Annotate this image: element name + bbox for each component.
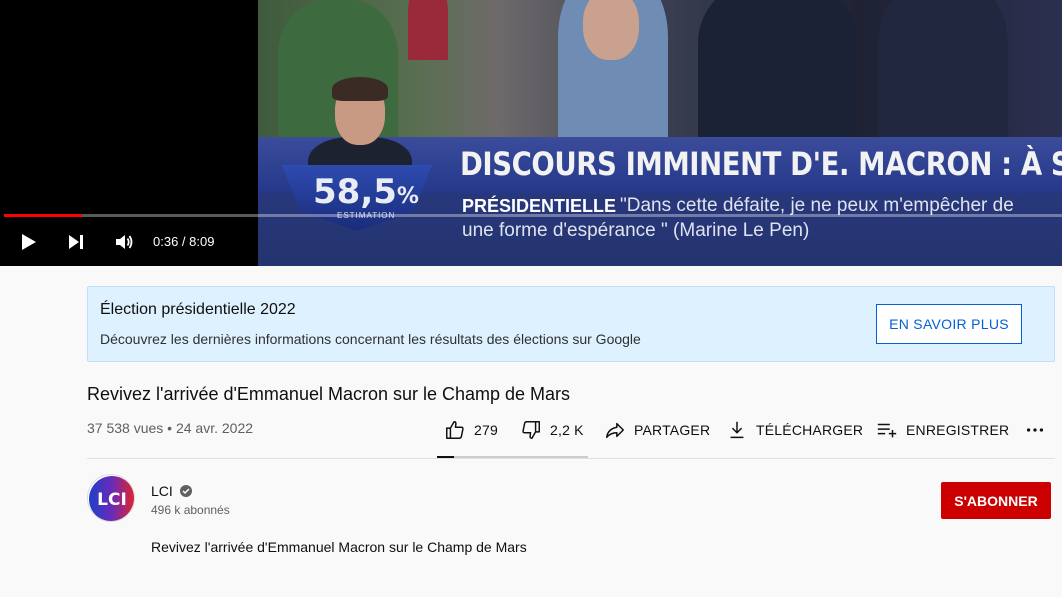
video-title: Revivez l'arrivée d'Emmanuel Macron sur … [87,384,571,404]
volume-icon [116,235,133,249]
download-button[interactable]: TÉLÉCHARGER [726,414,863,446]
video-player[interactable]: DISCOURS IMMINENT D'E. MACRON : À SUIVRE… [0,0,1062,266]
video-meta: 37 538 vues • 24 avr. 2022 [87,420,254,436]
player-controls: 0:36 / 8:09 [0,224,260,260]
channel-name[interactable]: LCI [151,483,173,499]
more-icon [1026,428,1044,432]
download-icon [730,421,744,439]
next-button[interactable] [60,224,92,260]
banner-title: Élection présidentielle 2022 [100,301,296,318]
learn-more-button[interactable]: EN SAVOIR PLUS [876,304,1022,344]
banner-description: Découvrez les dernières informations con… [100,331,641,347]
share-icon [606,422,624,439]
video-description: Revivez l'arrivée d'Emmanuel Macron sur … [151,539,527,555]
overlay-headline: DISCOURS IMMINENT D'E. MACRON : À SUIVRE [460,145,1062,183]
subscribe-button[interactable]: S'ABONNER [941,482,1051,519]
channel-avatar[interactable]: LCI [87,474,135,522]
share-button[interactable]: PARTAGER [604,414,710,446]
election-info-banner: Élection présidentielle 2022 Découvrez l… [87,286,1055,362]
play-icon [22,234,36,250]
volume-button[interactable] [108,224,140,260]
download-label: TÉLÉCHARGER [756,422,864,438]
save-button[interactable]: ENREGISTRER [876,414,1009,446]
save-playlist-icon [877,423,897,438]
like-count: 279 [474,422,498,438]
verified-icon [179,485,192,497]
channel-name-row[interactable]: LCI [151,483,193,499]
next-icon [69,235,83,249]
overlay-quote-line2: une forme d'espérance " (Marine Le Pen) [462,220,810,241]
play-button[interactable] [12,224,44,260]
more-actions-button[interactable] [1024,414,1054,446]
dislike-count: 2,2 K [550,422,584,438]
svg-text:LCI: LCI [97,490,127,510]
like-button[interactable]: 279 [444,414,498,446]
time-display: 0:36 / 8:09 [153,234,215,249]
figure-shape [878,0,1008,137]
figure-shape [408,0,448,60]
figure-shape [583,0,639,60]
dislike-button[interactable]: 2,2 K [520,414,584,446]
section-divider [87,458,1055,459]
progress-bar[interactable] [4,214,1062,217]
save-label: ENREGISTRER [906,422,1010,438]
score-percent: 58,5% [313,172,419,212]
share-label: PARTAGER [634,422,711,438]
like-icon [446,421,464,439]
subscriber-count: 496 k abonnés [151,503,230,517]
figure-shape [698,0,858,137]
lci-logo: LCI [89,476,134,521]
dislike-icon [522,421,540,439]
progress-played [4,214,83,217]
